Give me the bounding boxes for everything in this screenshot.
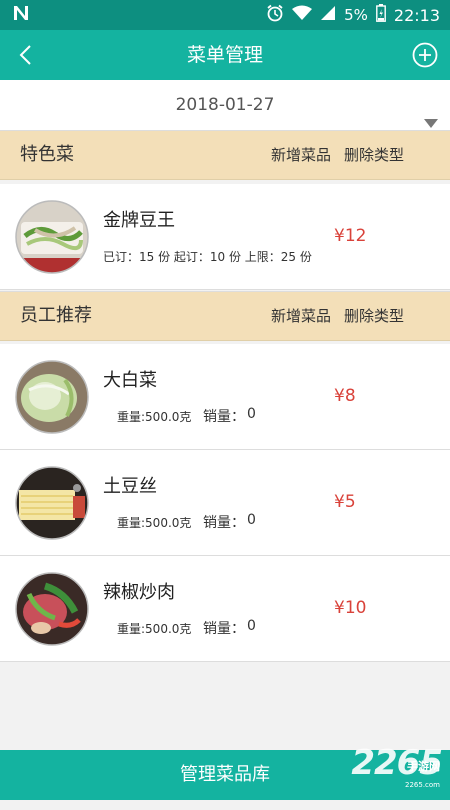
dish-price: ¥10	[334, 598, 367, 618]
dish-item[interactable]: 土豆丝 重量:500.0克 销量： 0 ¥5	[0, 450, 450, 556]
clock-time: 22:13	[393, 5, 440, 25]
dish-sales-label: 销量：	[203, 621, 245, 637]
add-dish-button[interactable]: 新增菜品	[271, 131, 331, 179]
page-title: 菜单管理	[186, 44, 263, 66]
dish-price: ¥5	[334, 492, 356, 512]
dish-weight: 重量:500.0克	[117, 622, 192, 636]
dish-photo	[15, 572, 89, 646]
plus-circle-icon	[412, 42, 438, 68]
app-bar: 菜单管理	[0, 30, 450, 80]
battery-icon	[375, 4, 386, 26]
dish-photo	[15, 466, 89, 540]
section-title: 员工推荐	[20, 305, 92, 326]
status-bar: 5% 22:13	[0, 0, 450, 30]
watermark-logo: 2265 手游网 2265.com	[351, 738, 443, 794]
dish-name: 大白菜	[103, 370, 157, 391]
dish-photo	[15, 360, 89, 434]
add-dish-button[interactable]: 新增菜品	[271, 292, 331, 340]
battery-percent: 5%	[344, 6, 368, 24]
wifi-icon	[292, 5, 313, 25]
add-button[interactable]	[410, 40, 440, 70]
date-selector[interactable]: 2018-01-27	[0, 80, 450, 130]
dish-sales: 0	[247, 618, 256, 634]
manage-dish-library-label: 管理菜品库	[180, 764, 270, 785]
dish-item[interactable]: 金牌豆王 已订：15 份 起订：10 份 上限：25 份 ¥12	[0, 184, 450, 290]
delete-category-button[interactable]: 删除类型	[344, 292, 404, 340]
section-title: 特色菜	[20, 144, 74, 165]
alarm-icon	[266, 4, 284, 26]
dish-price: ¥12	[334, 226, 367, 246]
section-header: 员工推荐 新增菜品 删除类型	[0, 291, 450, 341]
signal-icon	[320, 5, 336, 25]
dish-sales-label: 销量：	[203, 409, 245, 425]
dish-order-info: 已订：15 份 起订：10 份 上限：25 份	[103, 250, 312, 264]
dish-item[interactable]: 辣椒炒肉 重量:500.0克 销量： 0 ¥10	[0, 556, 450, 662]
notification-n-icon	[12, 5, 30, 25]
dish-weight: 重量:500.0克	[117, 516, 192, 530]
date-value: 2018-01-27	[175, 95, 275, 115]
dish-name: 辣椒炒肉	[103, 582, 175, 603]
dish-item[interactable]: 大白菜 重量:500.0克 销量： 0 ¥8	[0, 344, 450, 450]
dish-name: 金牌豆王	[103, 210, 175, 231]
watermark-url: 2265.com	[405, 781, 440, 789]
dish-photo	[15, 200, 89, 274]
dish-sales-label: 销量：	[203, 515, 245, 531]
manage-dish-library-button[interactable]: 管理菜品库 2265 手游网 2265.com	[0, 743, 450, 800]
dish-price: ¥8	[334, 386, 356, 406]
dish-name: 土豆丝	[103, 476, 157, 497]
dish-sales: 0	[247, 406, 256, 422]
dish-sales: 0	[247, 512, 256, 528]
section-header: 特色菜 新增菜品 删除类型	[0, 130, 450, 180]
delete-category-button[interactable]: 删除类型	[344, 131, 404, 179]
dish-weight: 重量:500.0克	[117, 410, 192, 424]
